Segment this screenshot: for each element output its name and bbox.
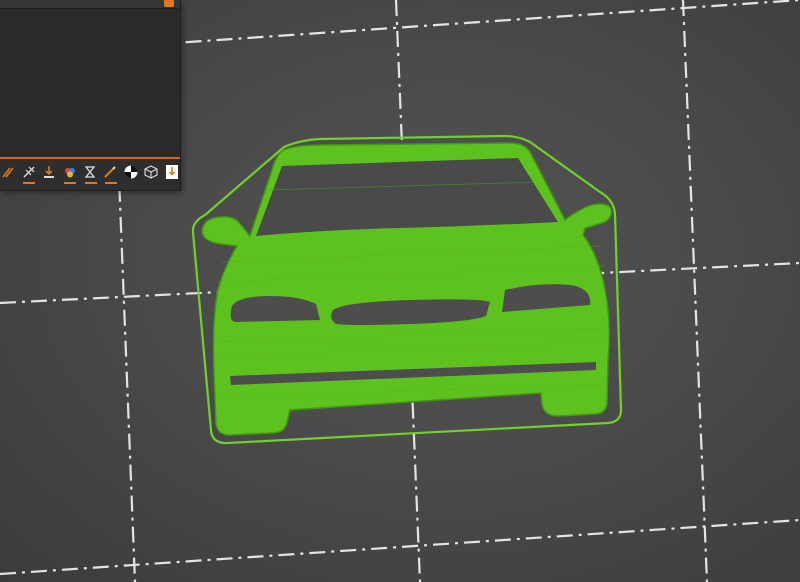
brim-ears-icon [104, 165, 117, 178]
seam-painting-button[interactable] [0, 164, 16, 186]
object-list-panel[interactable] [0, 0, 181, 191]
panel-collapse-button[interactable] [164, 0, 174, 7]
drop-to-bed-button[interactable] [41, 164, 57, 186]
grid-line [0, 518, 800, 576]
support-painting-icon [23, 166, 35, 177]
measure-icon [124, 165, 138, 178]
object-list[interactable] [0, 9, 180, 157]
measure-button[interactable] [123, 164, 139, 186]
grid-line [681, 0, 709, 582]
assembly-view-button[interactable] [143, 164, 159, 186]
seam-painting-icon [2, 167, 14, 177]
assembly-view-icon [144, 164, 158, 179]
color-painting-icon [64, 167, 75, 177]
variable-layer-height-button[interactable] [82, 164, 98, 186]
brim-ears-button[interactable] [102, 164, 118, 186]
car-model[interactable] [201, 142, 612, 436]
place-on-face-icon [165, 164, 178, 179]
variable-layer-height-icon [84, 165, 96, 178]
panel-header [0, 0, 180, 9]
support-painting-button[interactable] [20, 164, 36, 186]
gizmo-toolbar [0, 159, 180, 190]
3d-viewport[interactable] [0, 0, 800, 582]
place-on-face-button[interactable] [164, 164, 180, 186]
color-painting-button[interactable] [61, 164, 77, 186]
drop-to-bed-icon [44, 165, 55, 178]
